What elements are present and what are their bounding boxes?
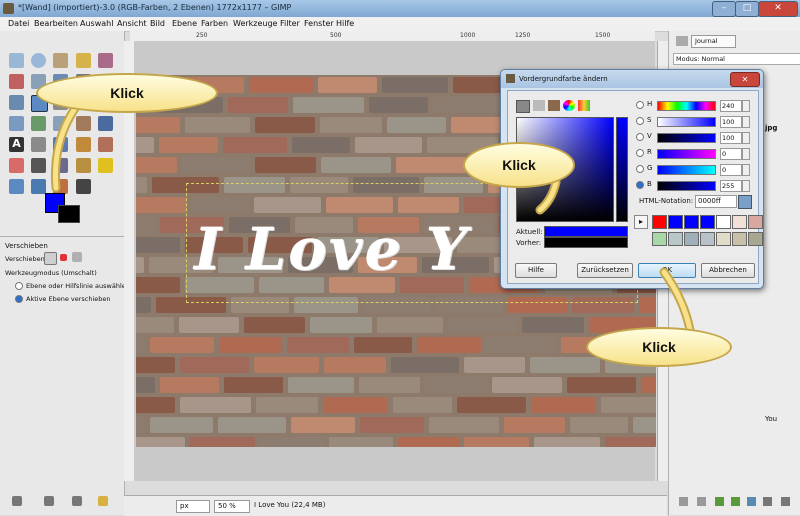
callout-klick-colors: Klick (36, 73, 218, 113)
callout-klick-square: Klick (463, 142, 575, 188)
callout-klick-ok: Klick (586, 327, 732, 367)
